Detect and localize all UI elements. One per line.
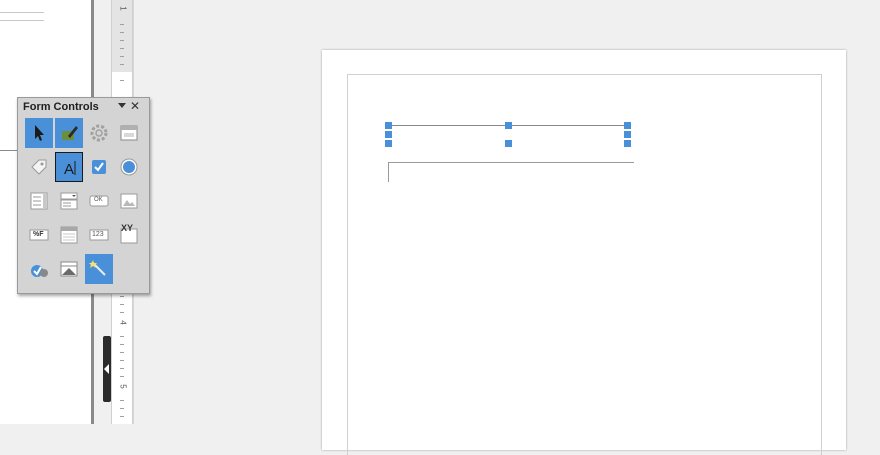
selection-handle[interactable] bbox=[385, 140, 392, 147]
selection-handle[interactable] bbox=[385, 122, 392, 129]
document-page[interactable] bbox=[322, 50, 846, 455]
combo-box-button[interactable] bbox=[55, 186, 83, 216]
date-field-button[interactable] bbox=[55, 220, 83, 250]
checkbox-icon bbox=[92, 160, 106, 174]
table-control-button[interactable] bbox=[55, 254, 83, 284]
ruler-label: 5 bbox=[118, 384, 128, 389]
xy-chart-label: XY bbox=[121, 223, 134, 233]
list-box-button[interactable] bbox=[25, 186, 53, 216]
numeric-field-label: 123 bbox=[92, 231, 104, 238]
form-controls-toolbar[interactable]: Form Controls ✕ A OK %F 123 XY bbox=[17, 97, 150, 294]
design-mode-icon bbox=[62, 126, 78, 140]
image-button-button[interactable] bbox=[115, 186, 143, 216]
label-button[interactable] bbox=[25, 152, 53, 182]
option-button[interactable] bbox=[115, 152, 143, 182]
control-properties-button[interactable] bbox=[85, 118, 113, 148]
toolbar-menu-icon[interactable] bbox=[118, 103, 126, 108]
wizards-button[interactable] bbox=[85, 254, 113, 284]
form-navigator-button[interactable] bbox=[25, 254, 53, 284]
magic-wand-icon bbox=[89, 260, 106, 276]
image-button-icon bbox=[120, 193, 138, 209]
select-button[interactable] bbox=[25, 118, 53, 148]
selection-handle[interactable] bbox=[624, 122, 631, 129]
form-dialog-icon bbox=[120, 125, 138, 141]
selection-handle[interactable] bbox=[385, 131, 392, 138]
formatted-field-label: %F bbox=[33, 231, 44, 238]
check-box-button[interactable] bbox=[85, 152, 113, 182]
form-navigator-icon bbox=[31, 265, 48, 277]
sidebar-collapse-handle[interactable] bbox=[103, 336, 111, 402]
push-button-label: OK bbox=[94, 197, 103, 203]
selection-handle[interactable] bbox=[505, 140, 512, 147]
design-mode-button[interactable] bbox=[55, 118, 83, 148]
svg-text:A: A bbox=[64, 161, 74, 178]
text-box-button[interactable]: A bbox=[55, 152, 83, 182]
selection-handle[interactable] bbox=[624, 131, 631, 138]
numeric-field-button[interactable]: 123 bbox=[85, 220, 113, 250]
collapse-arrow-icon bbox=[104, 364, 109, 374]
selection-handle[interactable] bbox=[505, 122, 512, 129]
gear-icon bbox=[90, 124, 108, 142]
nav-connector bbox=[0, 150, 18, 151]
nav-line bbox=[0, 12, 44, 13]
ruler-label: 1 bbox=[118, 6, 128, 11]
push-button-button[interactable]: OK bbox=[85, 186, 113, 216]
xy-chart-button[interactable]: XY bbox=[115, 220, 143, 250]
pointer-arrow-icon bbox=[35, 125, 44, 141]
toolbar-title: Form Controls bbox=[23, 101, 99, 113]
table-control-icon bbox=[60, 261, 78, 277]
date-field-icon bbox=[60, 226, 78, 244]
radio-button-icon bbox=[120, 158, 138, 176]
ruler-label: 4 bbox=[118, 320, 128, 325]
toolbar-titlebar[interactable]: Form Controls ✕ bbox=[18, 98, 149, 116]
form-properties-button[interactable] bbox=[115, 118, 143, 148]
close-icon[interactable]: ✕ bbox=[130, 99, 140, 113]
page-margin-guide bbox=[347, 74, 822, 455]
text-box-control[interactable] bbox=[388, 162, 634, 182]
formatted-field-button[interactable]: %F bbox=[25, 220, 53, 250]
combo-box-icon bbox=[60, 192, 78, 210]
nav-line bbox=[0, 20, 44, 21]
selection-handle[interactable] bbox=[624, 140, 631, 147]
list-box-icon bbox=[30, 192, 48, 210]
text-box-icon: A bbox=[64, 161, 76, 178]
label-tag-icon bbox=[31, 159, 47, 175]
